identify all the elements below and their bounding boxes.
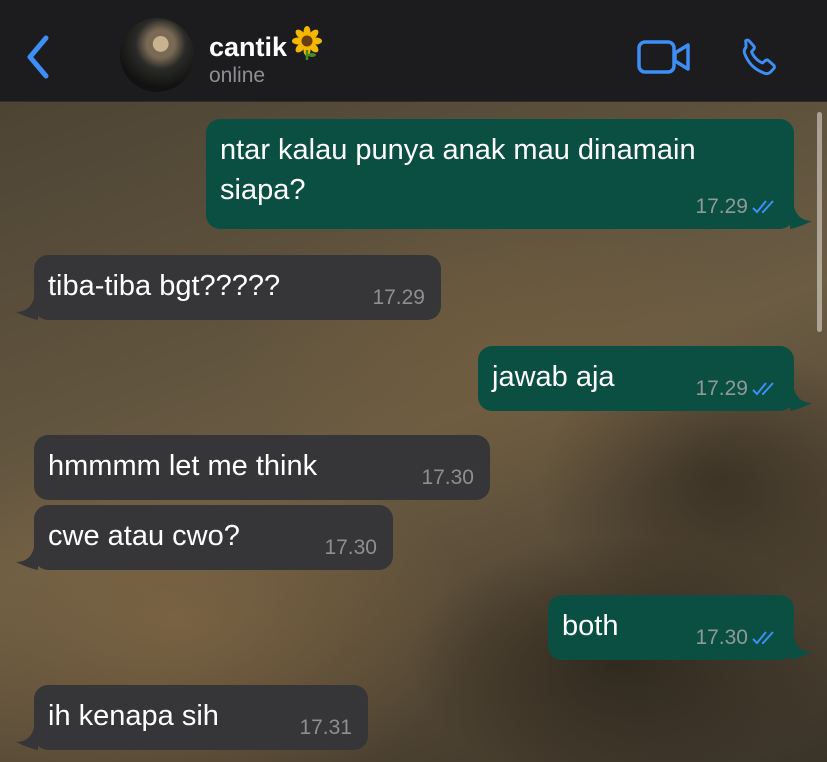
message-bubble-incoming[interactable]: tiba-tiba bgt????? 17.29 [34, 255, 441, 320]
message-text: both [562, 610, 619, 642]
phone-icon [742, 38, 776, 75]
avatar[interactable] [120, 18, 194, 92]
bubble-tail [790, 638, 812, 660]
voice-call-button[interactable] [738, 36, 782, 80]
bubble-tail [16, 298, 38, 320]
bubble-tail [16, 728, 38, 750]
message-bubble-outgoing[interactable]: jawab aja 17.29 [478, 346, 794, 411]
back-button[interactable] [22, 34, 56, 80]
message-text: tiba-tiba bgt????? [48, 270, 281, 302]
message-meta: 17.29 [695, 377, 778, 401]
chevron-left-icon [27, 35, 49, 79]
message-time: 17.31 [299, 716, 352, 739]
scrollbar[interactable] [817, 112, 822, 332]
message-meta: 17.29 [372, 286, 425, 310]
message-meta: 17.30 [324, 536, 377, 560]
video-camera-icon [637, 40, 690, 74]
message-time: 17.29 [695, 195, 748, 218]
message-time: 17.29 [372, 286, 425, 309]
double-check-icon [752, 631, 774, 645]
double-check-icon [752, 200, 774, 214]
message-text: ih kenapa sih [48, 700, 219, 732]
message-bubble-outgoing[interactable]: both 17.30 [548, 595, 794, 660]
sunflower-emoji-icon [290, 26, 324, 67]
message-bubble-incoming[interactable]: cwe atau cwo? 17.30 [34, 505, 393, 570]
chat-area[interactable]: ntar kalau punya anak mau dinamain siapa… [0, 102, 827, 762]
message-meta: 17.31 [299, 716, 352, 740]
message-bubble-incoming[interactable]: ih kenapa sih 17.31 [34, 685, 368, 750]
contact-status: online [209, 64, 266, 87]
message-time: 17.29 [695, 377, 748, 400]
message-meta: 17.29 [695, 195, 778, 219]
message-meta: 17.30 [695, 626, 778, 650]
double-check-icon [752, 382, 774, 396]
video-call-button[interactable] [637, 38, 691, 76]
message-text: jawab aja [492, 361, 615, 393]
bubble-tail [790, 207, 812, 229]
message-text: cwe atau cwo? [48, 520, 240, 552]
message-text: ntar kalau punya anak mau dinamain siapa… [220, 134, 696, 206]
message-time: 17.30 [695, 626, 748, 649]
contact-name[interactable]: cantik [209, 26, 324, 67]
message-time: 17.30 [421, 466, 474, 489]
message-bubble-outgoing[interactable]: ntar kalau punya anak mau dinamain siapa… [206, 119, 794, 229]
message-text: hmmmm let me think [48, 450, 318, 482]
message-time: 17.30 [324, 536, 377, 559]
message-meta: 17.30 [421, 466, 474, 490]
bubble-tail [16, 548, 38, 570]
message-bubble-incoming[interactable]: hmmmm let me think 17.30 [34, 435, 490, 500]
chat-header: cantik online [0, 0, 827, 102]
bubble-tail [790, 389, 812, 411]
contact-name-text: cantik [209, 32, 288, 62]
